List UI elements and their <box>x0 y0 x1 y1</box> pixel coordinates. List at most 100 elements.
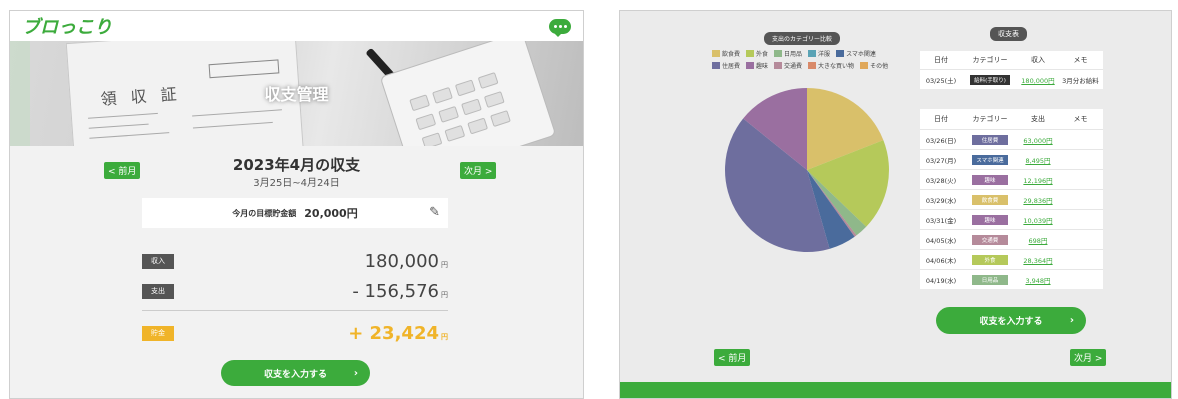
table-row[interactable]: 03/28(火) 趣味 12,196円 <box>920 169 1103 189</box>
amount-link[interactable]: 698円 <box>1029 237 1048 245</box>
legend-item: 大きな買い物 <box>808 61 854 70</box>
category-cell: 趣味 <box>962 174 1018 185</box>
legend-label: 交通費 <box>784 63 803 70</box>
category-cell: 住居費 <box>962 134 1018 145</box>
amount-link[interactable]: 8,495円 <box>1025 157 1050 165</box>
pie-chart-title: 支出のカテゴリー比較 <box>764 32 841 45</box>
expense-amount: - 156,576 円 <box>352 280 448 302</box>
amount-link[interactable]: 180,000円 <box>1021 77 1054 85</box>
category-cell: 給料(手取り) <box>962 74 1018 85</box>
amount-link[interactable]: 10,039円 <box>1023 217 1052 225</box>
date-cell: 04/19(水) <box>925 276 957 285</box>
amount-cell: 12,196円 <box>1018 175 1058 185</box>
budget-summary-screen: ブロっこり 領収証 収支管理 < 前月 次月 > 2023年4月の収支 3月25… <box>9 10 584 399</box>
column-header: 日付 <box>934 115 948 123</box>
income-row: 収入 180,000 円 <box>142 250 448 272</box>
category-tag: 趣味 <box>972 174 1008 185</box>
prev-month-button[interactable]: < 前月 <box>714 349 751 366</box>
legend-swatch <box>836 50 845 57</box>
legend-item: 日用品 <box>774 49 802 58</box>
table-row[interactable]: 03/26(日) 住居費 63,000円 <box>920 129 1103 149</box>
enter-budget-button[interactable]: 収支を入力する › <box>221 360 370 386</box>
chat-icon[interactable] <box>549 18 571 37</box>
table-row[interactable]: 03/27(月) スマホ関連 8,495円 <box>920 149 1103 169</box>
amount-cell: 180,000円 <box>1018 75 1058 85</box>
amount-cell: 10,039円 <box>1018 215 1058 225</box>
legend-label: 大きな買い物 <box>818 63 855 70</box>
legend-label: 趣味 <box>756 63 769 70</box>
date-cell: 03/27(月) <box>925 156 957 165</box>
date-cell: 03/31(金) <box>925 216 957 225</box>
date-cell: 04/05(水) <box>925 236 957 245</box>
next-month-button[interactable]: 次月 > <box>1070 349 1107 366</box>
legend-swatch <box>746 50 755 57</box>
category-cell: 交通費 <box>962 234 1018 245</box>
savings-tag: 貯金 <box>142 325 174 341</box>
category-tag: スマホ関連 <box>972 154 1008 165</box>
table-title: 収支表 <box>990 27 1027 41</box>
app-logo[interactable]: ブロっこり <box>22 13 112 39</box>
hero-title: 収支管理 <box>264 85 329 104</box>
table-row[interactable]: 03/31(金) 趣味 10,039円 <box>920 209 1103 229</box>
legend-item: その他 <box>860 61 888 70</box>
legend-label: 住居費 <box>722 63 741 70</box>
savings-amount: + 23,424 円 <box>348 322 448 344</box>
legend-label: その他 <box>870 63 889 70</box>
amount-cell: 29,836円 <box>1018 195 1058 205</box>
pencil-icon[interactable]: ✎ <box>429 205 440 220</box>
divider <box>142 310 448 311</box>
column-header: カテゴリー <box>972 56 1008 64</box>
date-cell: 03/25(土) <box>925 76 957 85</box>
expense-tag: 支出 <box>142 283 174 299</box>
legend-label: 飲食費 <box>722 51 741 58</box>
amount-link[interactable]: 12,196円 <box>1023 177 1052 185</box>
legend-swatch <box>774 62 783 69</box>
category-tag: 飲食費 <box>972 194 1008 205</box>
legend-swatch <box>712 62 720 69</box>
category-tag: 給料(手取り) <box>970 74 1010 85</box>
income-table: 日付 カテゴリー 収入 メモ 03/25(土) 給料(手取り) 180,000円 3月分お給… <box>920 51 1103 89</box>
legend-label: 洋服 <box>818 51 831 58</box>
table-row[interactable]: 04/19(水) 日用品 3,948円 <box>920 269 1103 289</box>
table-row[interactable]: 03/29(水) 飲食費 29,836円 <box>920 189 1103 209</box>
category-cell: 日用品 <box>962 274 1018 285</box>
legend-item: 飲食費 <box>712 49 740 58</box>
column-header: 日付 <box>934 56 948 64</box>
chart-legend: 飲食費 外食 日用品 洋服 スマホ関連 住居費 趣味 交通費 大きな買い物 その他 <box>712 49 908 70</box>
category-tag: 趣味 <box>972 214 1008 225</box>
table-row[interactable]: 04/06(木) 外食 28,364円 <box>920 249 1103 269</box>
amount-link[interactable]: 29,836円 <box>1023 197 1052 205</box>
amount-cell: 28,364円 <box>1018 255 1058 265</box>
legend-swatch <box>746 62 755 69</box>
table-row[interactable]: 03/25(土) 給料(手取り) 180,000円 3月分お給料 <box>920 69 1103 89</box>
period-title: 2023年4月の収支 <box>232 156 361 174</box>
amount-cell: 698円 <box>1018 235 1058 245</box>
period-range: 3月25日~4月24日 <box>253 178 340 189</box>
amount-link[interactable]: 3,948円 <box>1025 277 1050 285</box>
category-cell: 趣味 <box>962 214 1018 225</box>
summary-area: < 前月 次月 > 2023年4月の収支 3月25日~4月24日 今月の目標貯金… <box>10 146 583 398</box>
category-cell: スマホ関連 <box>962 154 1018 165</box>
column-header: メモ <box>1073 115 1088 123</box>
legend-item: 趣味 <box>746 61 768 70</box>
table-row[interactable]: 04/05(水) 交通費 698円 <box>920 229 1103 249</box>
hero-banner: 領収証 収支管理 <box>10 41 583 146</box>
enter-budget-button[interactable]: 収支を入力する › <box>936 307 1086 334</box>
amount-cell: 8,495円 <box>1018 155 1058 165</box>
legend-item: 住居費 <box>712 61 740 70</box>
category-cell: 飲食費 <box>962 194 1018 205</box>
cta-label: 収支を入力する <box>979 317 1043 327</box>
legend-label: 外食 <box>756 51 769 58</box>
amount-cell: 63,000円 <box>1018 135 1058 145</box>
category-tag: 住居費 <box>972 134 1008 145</box>
legend-swatch <box>712 50 720 57</box>
date-cell: 03/28(火) <box>925 176 957 185</box>
column-header: 収入 <box>1031 56 1045 64</box>
category-tag: 交通費 <box>972 234 1008 245</box>
amount-link[interactable]: 28,364円 <box>1023 257 1052 265</box>
budget-detail-screen: 支出のカテゴリー比較 収支表 飲食費 外食 日用品 洋服 スマホ関連 住居費 趣味 交通費 大き… <box>619 10 1172 399</box>
top-bar: ブロっこり <box>10 11 583 41</box>
legend-label: 日用品 <box>784 51 803 58</box>
amount-link[interactable]: 63,000円 <box>1023 137 1052 145</box>
column-header: 支出 <box>1031 115 1045 123</box>
